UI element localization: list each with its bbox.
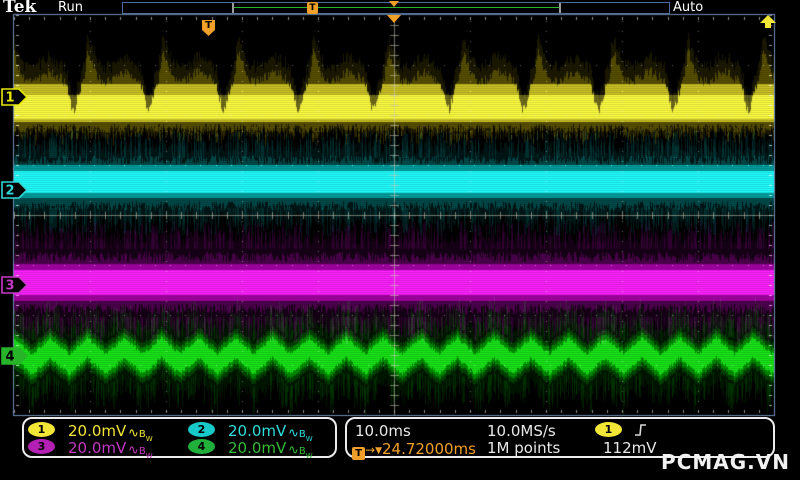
channel-3-coupling-bw-icon: ∿BW — [128, 443, 153, 461]
trigger-source-badge[interactable]: 1 — [595, 422, 622, 437]
channel-4-badge[interactable]: 4 — [188, 439, 215, 454]
svg-text:4: 4 — [5, 350, 14, 365]
trigger-level-offscreen-arrow-icon[interactable] — [759, 15, 777, 29]
oscilloscope-screen: Tek Run T Auto 1 2 3 4 T 1 20.0mV ∿BW 2 … — [0, 0, 800, 480]
channel-1-scale: 20.0mV — [68, 422, 127, 440]
trigger-level: 112mV — [603, 439, 657, 457]
record-view-trigger-icon[interactable]: T — [307, 2, 318, 14]
svg-text:2: 2 — [5, 184, 14, 199]
record-view-bar[interactable]: T — [122, 1, 670, 14]
channel-1-position-marker[interactable]: 1 — [1, 87, 28, 107]
sample-rate: 10.0MS/s — [487, 422, 556, 440]
channel-4-scale: 20.0mV — [228, 439, 287, 457]
tek-logo: Tek — [3, 0, 37, 17]
horizontal-scale: 10.0ms — [355, 422, 411, 440]
waveform-display — [0, 0, 800, 480]
trigger-position-readout[interactable]: T →▼24.72000ms — [352, 439, 476, 460]
record-view-expansion-icon — [389, 1, 399, 7]
channel-3-position-marker[interactable]: 3 — [1, 275, 28, 295]
record-view-window-line — [233, 7, 560, 8]
channel-2-position-marker[interactable]: 2 — [1, 180, 28, 200]
channel-2-scale: 20.0mV — [228, 422, 287, 440]
channel-4-coupling-bw-icon: ∿BW — [288, 443, 313, 461]
channel-2-badge[interactable]: 2 — [188, 422, 215, 437]
channel-3-scale: 20.0mV — [68, 439, 127, 457]
record-view-right-bracket — [559, 3, 561, 13]
acquisition-status: Run — [58, 0, 83, 15]
channel-4-position-marker[interactable]: 4 — [1, 346, 28, 366]
svg-text:1: 1 — [5, 91, 14, 106]
svg-text:3: 3 — [5, 279, 14, 294]
trigger-mode-indicator: Auto — [673, 0, 704, 15]
watermark: PCMAG.VN — [661, 450, 790, 474]
channel-readouts-box[interactable]: 1 20.0mV ∿BW 2 20.0mV ∿BW 3 20.0mV ∿BW 4… — [22, 417, 337, 461]
trigger-position-arrow-icon[interactable] — [387, 15, 401, 23]
arrow-down-icon: ▼ — [375, 446, 382, 456]
record-view-left-bracket — [232, 3, 234, 13]
channel-3-badge[interactable]: 3 — [28, 439, 55, 454]
channel-1-badge[interactable]: 1 — [28, 422, 55, 437]
trigger-slope-rising-icon — [635, 424, 646, 436]
arrow-right-icon: → — [365, 443, 376, 457]
trigger-t-icon: T — [352, 447, 365, 460]
record-length: 1M points — [487, 439, 561, 457]
